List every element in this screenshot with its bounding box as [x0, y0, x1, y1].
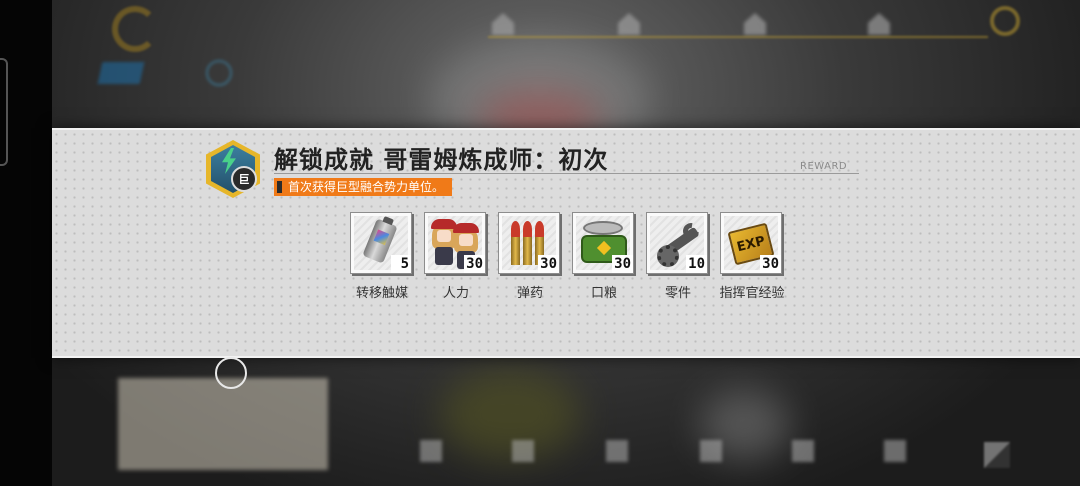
reward-card[interactable]: 10 [646, 212, 708, 274]
manpower-icon [431, 219, 457, 265]
resource-icon [618, 13, 640, 35]
menu-icon [792, 440, 814, 462]
edge-pull-tab[interactable] [0, 58, 8, 166]
menu-icon [512, 440, 534, 462]
level-badge [97, 62, 145, 84]
resource-icon [492, 13, 514, 35]
reward-card[interactable]: 30 [498, 212, 560, 274]
touch-indicator [215, 357, 247, 389]
reward-card[interactable]: 30 [572, 212, 634, 274]
reward-name: 人力 [442, 286, 469, 301]
commander-level-blurred [156, 62, 162, 83]
reward-card[interactable]: EXP 30 [720, 212, 782, 274]
menu-icon [700, 440, 722, 462]
event-poster-blurred [118, 378, 328, 470]
background-glow [440, 370, 580, 460]
ammo-icon [511, 221, 520, 265]
badge-chip: 巨 [231, 166, 257, 192]
reward-name: 转移触媒 [355, 286, 408, 301]
commander-ring-icon [112, 6, 158, 52]
bottom-menu-item [792, 440, 814, 462]
reward-count: 30 [538, 255, 559, 273]
ammo-icon [523, 221, 532, 265]
bottom-menu-item [884, 440, 906, 462]
gear-icon [657, 245, 679, 267]
commander-name-blurred [168, 12, 174, 33]
title-divider [274, 173, 859, 174]
reward-count: 30 [464, 255, 485, 273]
rations-lid-icon [583, 221, 623, 235]
reward-name: 指挥官经验 [719, 286, 785, 301]
reward-item[interactable]: 10 零件 [646, 212, 710, 301]
bottom-menu-item [512, 440, 534, 462]
menu-icon [606, 440, 628, 462]
reward-item[interactable]: EXP 30 指挥官经验 [719, 212, 785, 301]
menu-toggle-icon [984, 442, 1010, 468]
reward-card[interactable]: 5 [350, 212, 412, 274]
reward-name: 零件 [664, 286, 691, 301]
reward-item[interactable]: 30 人力 [424, 212, 488, 301]
menu-icon [420, 440, 442, 462]
reward-count: 5 [391, 255, 411, 273]
bottom-menu-item [420, 440, 442, 462]
reward-name: 弹药 [516, 286, 543, 301]
reward-item[interactable]: 30 口粮 [572, 212, 636, 301]
reward-name: 口粮 [590, 286, 617, 301]
bottom-menu-item [700, 440, 722, 462]
achievement-description: 首次获得巨型融合势力单位。 [274, 178, 453, 196]
reward-card[interactable]: 30 [424, 212, 486, 274]
achievement-badge: 巨 [206, 140, 260, 198]
resource-underline [488, 36, 988, 38]
achievement-title: 解锁成就 哥雷姆炼成师：初次 [274, 145, 609, 174]
bottom-menu-item [606, 440, 628, 462]
reward-count: 30 [612, 255, 633, 273]
reward-count: 30 [760, 255, 781, 273]
reward-item[interactable]: 5 转移触媒 [350, 212, 414, 301]
reward-count: 10 [686, 255, 707, 273]
menu-icon [884, 440, 906, 462]
add-icon [206, 60, 232, 86]
reward-item[interactable]: 30 弹药 [498, 212, 562, 301]
resource-icon [868, 13, 890, 35]
reward-tag: REWARD [800, 161, 848, 172]
settings-icon [990, 6, 1020, 36]
resource-icon [744, 13, 766, 35]
